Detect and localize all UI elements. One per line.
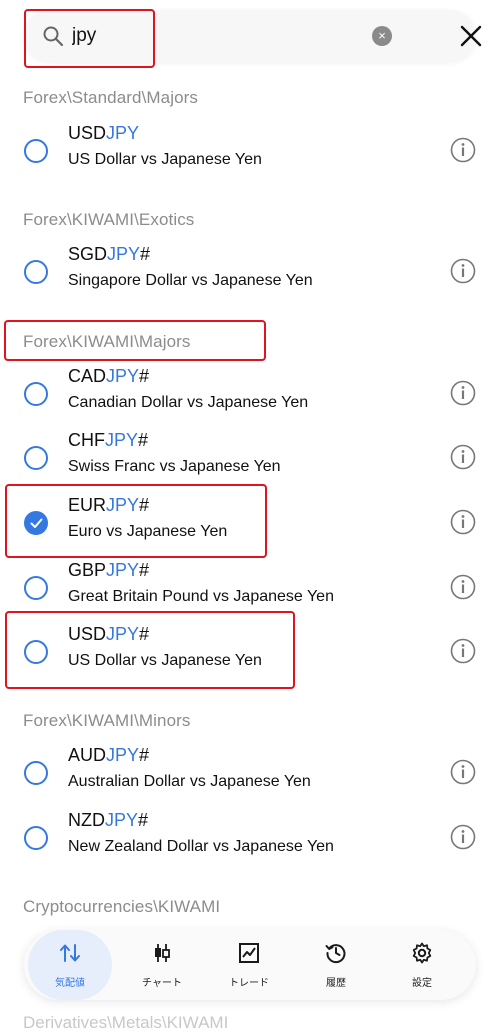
symbol-match: JPY: [106, 495, 140, 515]
search-input[interactable]: [72, 22, 372, 50]
quotes-arrows-icon: [60, 944, 80, 962]
symbol-description: US Dollar vs Japanese Yen: [68, 652, 262, 669]
section-header-partial: Derivatives\Metals\KIWAMI: [23, 1013, 229, 1032]
symbol-base: NZD: [68, 810, 105, 830]
info-icon[interactable]: [450, 574, 476, 600]
trade-chart-icon: [239, 943, 259, 963]
close-icon[interactable]: [458, 23, 484, 49]
tab-candlestick-chart[interactable]: チャート: [120, 930, 204, 1000]
section-header: Forex\KIWAMI\Majors: [23, 332, 191, 351]
symbol-suffix: #: [139, 495, 150, 515]
symbol-name: GBPJPY#: [68, 560, 149, 581]
tab-trade-chart[interactable]: トレード: [207, 930, 291, 1000]
symbol-row-cadjpy[interactable]: CADJPY# Canadian Dollar vs Japanese Yen: [0, 366, 499, 428]
symbol-name: CHFJPY#: [68, 430, 148, 451]
symbol-base: CHF: [68, 430, 105, 450]
symbol-suffix: #: [139, 560, 150, 580]
symbol-description: Euro vs Japanese Yen: [68, 523, 228, 540]
symbol-match: JPY: [105, 430, 139, 450]
radio-unchecked[interactable]: [24, 260, 48, 284]
symbol-match: JPY: [106, 123, 140, 143]
symbol-name: EURJPY#: [68, 495, 149, 516]
section-header: Cryptocurrencies\KIWAMI: [23, 897, 221, 916]
info-icon[interactable]: [450, 759, 476, 785]
info-icon[interactable]: [450, 380, 476, 406]
symbol-row-nzdjpy[interactable]: NZDJPY# New Zealand Dollar vs Japanese Ye…: [0, 810, 499, 872]
tab-quotes-arrows[interactable]: 気配値: [28, 930, 112, 1000]
radio-unchecked[interactable]: [24, 576, 48, 600]
symbol-row-gbpjpy[interactable]: GBPJPY# Great Britain Pound vs Japanese Y…: [0, 560, 499, 622]
info-icon[interactable]: [450, 638, 476, 664]
symbol-base: EUR: [68, 495, 107, 515]
symbol-row-eurjpy[interactable]: EURJPY# Euro vs Japanese Yen: [0, 495, 499, 557]
radio-unchecked[interactable]: [24, 826, 48, 850]
radio-unchecked[interactable]: [24, 640, 48, 664]
symbol-description: Singapore Dollar vs Japanese Yen: [68, 272, 313, 289]
symbol-match: JPY: [106, 624, 140, 644]
symbol-match: JPY: [106, 366, 140, 386]
tab-label: チャート: [142, 978, 182, 989]
tab-label: 気配値: [55, 978, 85, 989]
symbol-row-sgdjpy[interactable]: SGDJPY# Singapore Dollar vs Japanese Yen: [0, 244, 499, 306]
tab-label: 履歴: [326, 978, 346, 989]
info-icon[interactable]: [450, 509, 476, 535]
tab-history-clock[interactable]: 履歴: [294, 930, 378, 1000]
symbol-name: NZDJPY#: [68, 810, 148, 831]
symbol-base: USD: [68, 123, 107, 143]
radio-unchecked[interactable]: [24, 761, 48, 785]
symbol-description: US Dollar vs Japanese Yen: [68, 151, 262, 168]
symbol-name: AUDJPY#: [68, 745, 149, 766]
symbol-name: USDJPY: [68, 123, 139, 144]
symbol-name: USDJPY#: [68, 624, 149, 645]
symbol-suffix: #: [138, 810, 149, 830]
section-header: Forex\Standard\Majors: [23, 88, 199, 107]
info-icon[interactable]: [450, 444, 476, 470]
symbol-row-audjpy[interactable]: AUDJPY# Australian Dollar vs Japanese Yen: [0, 745, 499, 807]
tab-settings-gear[interactable]: 設定: [380, 930, 464, 1000]
symbol-base: USD: [68, 624, 107, 644]
symbol-description: Australian Dollar vs Japanese Yen: [68, 773, 311, 790]
radio-unchecked[interactable]: [24, 382, 48, 406]
symbol-base: SGD: [68, 244, 108, 264]
radio-unchecked[interactable]: [24, 446, 48, 470]
info-icon[interactable]: [450, 137, 476, 163]
radio-unchecked[interactable]: [24, 139, 48, 163]
symbol-suffix: #: [139, 366, 150, 386]
symbol-description: Swiss Franc vs Japanese Yen: [68, 458, 281, 475]
candlestick-chart-icon: [155, 944, 170, 962]
info-icon[interactable]: [450, 824, 476, 850]
symbol-suffix: #: [138, 430, 149, 450]
symbol-base: AUD: [68, 745, 107, 765]
symbol-description: New Zealand Dollar vs Japanese Yen: [68, 838, 334, 855]
search-icon: [43, 26, 64, 47]
section-header: Forex\KIWAMI\Exotics: [23, 210, 195, 229]
tab-label: 設定: [412, 978, 432, 989]
symbol-suffix: #: [139, 624, 150, 644]
symbol-name: CADJPY#: [68, 366, 149, 387]
search-bar: ×: [24, 10, 482, 62]
symbol-match: JPY: [105, 810, 139, 830]
symbol-match: JPY: [107, 244, 141, 264]
clear-search-button[interactable]: ×: [372, 26, 392, 46]
symbol-name: SGDJPY#: [68, 244, 150, 265]
symbol-description: Great Britain Pound vs Japanese Yen: [68, 588, 334, 605]
symbol-base: GBP: [68, 560, 107, 580]
bottom-tab-bar: 気配値 チャート トレード 履歴 設定: [24, 930, 476, 1000]
symbol-base: CAD: [68, 366, 107, 386]
symbol-suffix: #: [140, 244, 151, 264]
symbol-match: JPY: [106, 560, 140, 580]
settings-gear-icon: [412, 942, 432, 964]
tab-label: トレード: [229, 978, 269, 989]
symbol-row-usdjpy[interactable]: USDJPY US Dollar vs Japanese Yen: [0, 123, 499, 185]
radio-checked[interactable]: [24, 511, 48, 535]
symbol-description: Canadian Dollar vs Japanese Yen: [68, 394, 309, 411]
checkmark-icon: [30, 518, 43, 528]
info-icon[interactable]: [450, 258, 476, 284]
symbol-row-chfjpy[interactable]: CHFJPY# Swiss Franc vs Japanese Yen: [0, 430, 499, 492]
symbol-match: JPY: [106, 745, 140, 765]
history-clock-icon: [325, 944, 346, 964]
section-header: Forex\KIWAMI\Minors: [23, 711, 191, 730]
symbol-suffix: #: [139, 745, 150, 765]
symbol-row-usdjpy[interactable]: USDJPY# US Dollar vs Japanese Yen: [0, 624, 499, 686]
